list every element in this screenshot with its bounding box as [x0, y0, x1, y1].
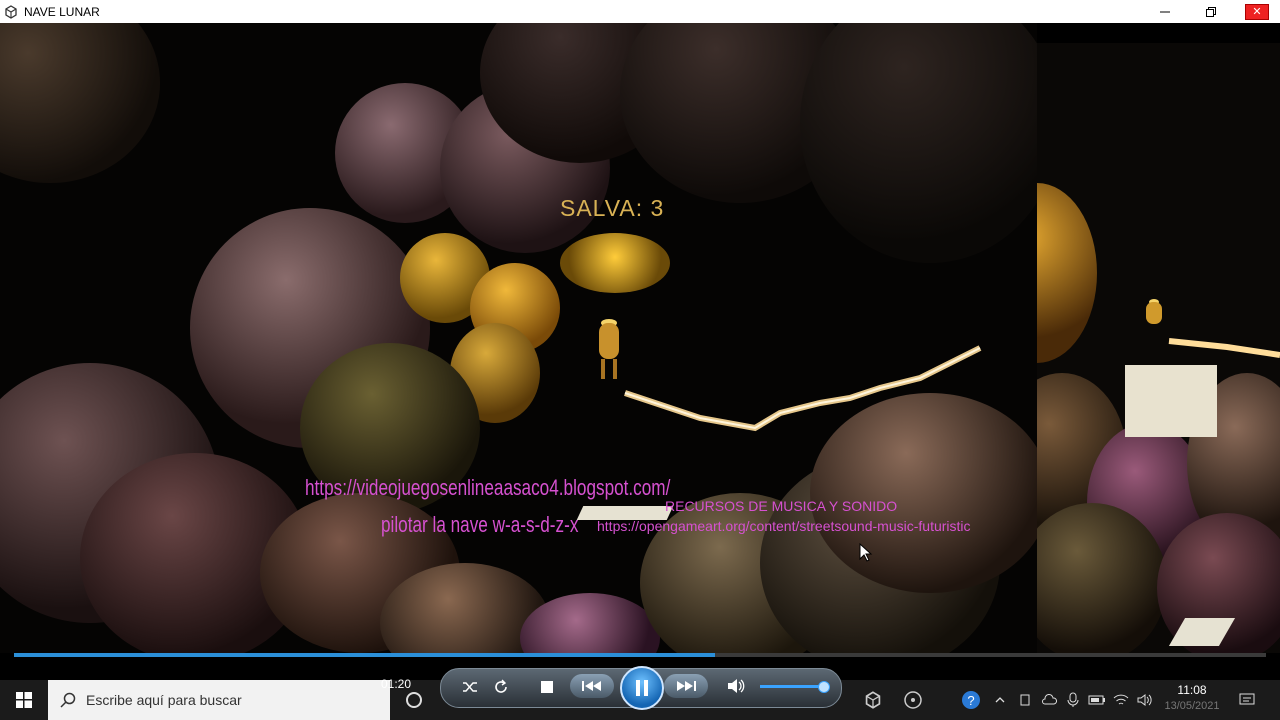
previous-button[interactable] — [570, 674, 614, 698]
laser-beam — [624, 345, 982, 432]
show-hidden-icons[interactable] — [990, 680, 1010, 720]
tray-microphone-icon[interactable] — [1062, 680, 1084, 720]
volume-slider-thumb[interactable] — [817, 681, 830, 693]
cave-rock — [1037, 183, 1097, 363]
secondary-viewport — [1037, 43, 1280, 653]
game-viewport[interactable] — [0, 23, 1037, 653]
next-icon — [677, 681, 696, 691]
stop-icon — [541, 681, 553, 693]
obs-taskbar-icon[interactable] — [896, 680, 930, 720]
repeat-icon — [495, 679, 507, 693]
landing-pad — [1125, 365, 1217, 437]
next-button[interactable] — [664, 674, 708, 698]
speaker-icon — [728, 679, 745, 693]
repeat-button[interactable] — [491, 677, 511, 697]
stop-button[interactable] — [537, 677, 557, 697]
score-label: SALVA: 3 — [560, 195, 665, 221]
close-button[interactable]: ✕ — [1234, 0, 1280, 23]
minimize-button[interactable] — [1142, 0, 1188, 23]
cave-rock — [800, 23, 1037, 263]
shuffle-icon — [463, 682, 477, 692]
search-icon — [60, 692, 76, 708]
media-progress-bar[interactable] — [14, 653, 1266, 657]
cloud-icon — [1042, 694, 1057, 705]
unity-icon — [5, 4, 17, 19]
window-title: NAVE LUNAR — [24, 4, 100, 19]
clock-date: 13/05/2021 — [1164, 700, 1220, 712]
svg-text:?: ? — [967, 693, 974, 708]
pause-icon — [636, 680, 648, 696]
tray-volume-icon[interactable] — [1134, 680, 1156, 720]
tray-device-icon[interactable] — [1014, 680, 1036, 720]
volume-slider-fill — [760, 685, 823, 688]
clock-time: 11:08 — [1177, 683, 1207, 697]
cave-rock — [0, 23, 160, 183]
cave-rock — [560, 233, 670, 293]
resources-title: RECURSOS DE MUSICA Y SONIDO — [665, 498, 898, 514]
taskbar-clock[interactable]: 11:08 13/05/2021 — [1164, 683, 1220, 712]
start-button[interactable] — [0, 680, 48, 720]
media-progress-fill — [14, 653, 716, 657]
microphone-icon — [1067, 692, 1079, 707]
resources-link[interactable]: https://opengameart.org/content/streetso… — [597, 518, 971, 534]
lunar-lander-ship — [1146, 299, 1162, 324]
elapsed-time: 01:20 — [381, 677, 412, 691]
cortana-icon[interactable] — [404, 690, 424, 710]
previous-icon — [582, 681, 601, 691]
help-tray-icon[interactable]: ? — [958, 680, 984, 720]
battery-icon — [1088, 695, 1105, 705]
mouse-cursor-icon — [859, 543, 873, 562]
wifi-icon — [1113, 694, 1129, 705]
speaker-icon — [1137, 694, 1152, 706]
notifications-button[interactable] — [1236, 680, 1258, 720]
volume-slider[interactable] — [760, 681, 830, 693]
windows-logo-icon — [16, 692, 32, 708]
taskbar-search-box[interactable]: Escribe aquí para buscar — [48, 680, 390, 720]
mute-button[interactable] — [725, 676, 747, 696]
search-placeholder: Escribe aquí para buscar — [86, 692, 242, 708]
help-icon: ? — [962, 691, 980, 709]
tray-cloud-icon[interactable] — [1038, 680, 1060, 720]
pause-button[interactable] — [620, 666, 664, 710]
minimize-icon — [1160, 11, 1170, 12]
unity-taskbar-icon[interactable] — [856, 680, 890, 720]
shuffle-button[interactable] — [460, 677, 480, 697]
unity-icon — [865, 691, 881, 709]
tray-battery-icon[interactable] — [1086, 680, 1108, 720]
chevron-up-icon — [995, 697, 1005, 703]
tray-network-icon[interactable] — [1110, 680, 1132, 720]
restore-icon — [1206, 6, 1216, 17]
controls-hint: pilotar la nave w-a-s-d-z-x — [381, 512, 579, 537]
obs-icon — [904, 691, 922, 709]
notifications-icon — [1239, 693, 1255, 705]
blog-link[interactable]: https://videojuegosenlineaasaco4.blogspo… — [305, 475, 670, 501]
device-icon — [1020, 694, 1030, 706]
restore-button[interactable] — [1188, 0, 1234, 23]
close-icon: ✕ — [1245, 3, 1269, 20]
window-titlebar: NAVE LUNAR ✕ — [0, 0, 1280, 23]
